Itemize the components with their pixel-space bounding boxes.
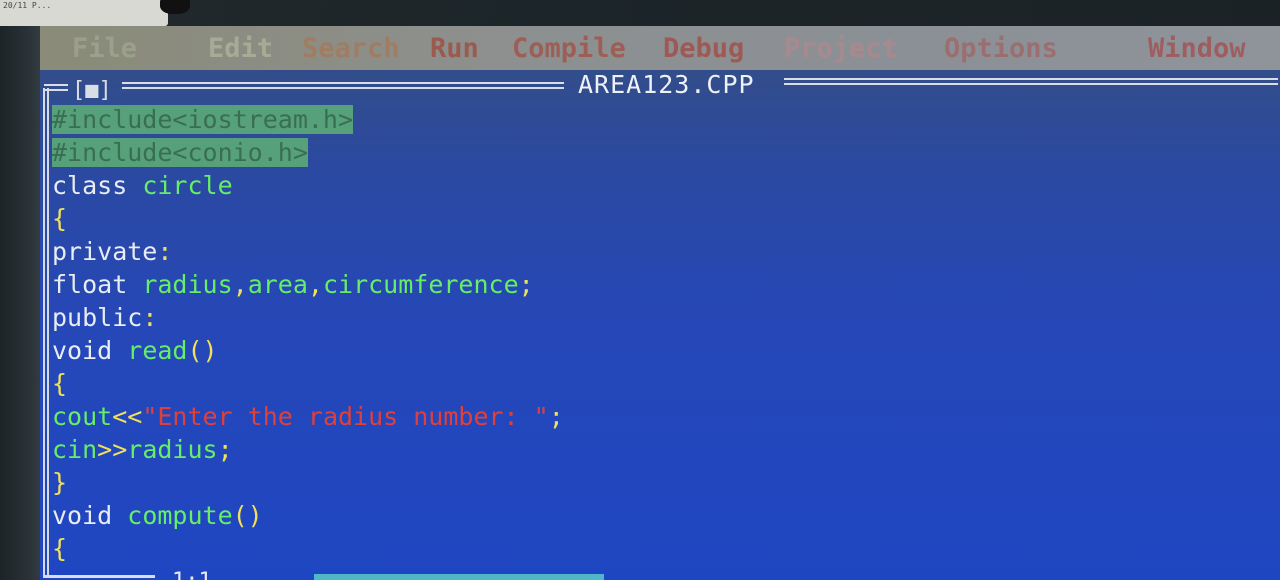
code-line[interactable]: cout<<"Enter the radius number: "; [52,401,564,433]
code-token: float [52,270,143,299]
ide-screen: File Edit Search Run Compile Debug Proje… [40,26,1280,580]
cursor-position: 1:1 [172,569,212,580]
code-token: () [187,336,218,365]
title-rule-right [784,78,1278,85]
code-token: ; [518,270,534,299]
code-line[interactable]: void read() [52,335,218,367]
code-token: ; [217,435,233,464]
code-line[interactable]: public: [52,302,157,334]
code-line[interactable]: } [52,467,67,499]
horizontal-scrollbar[interactable] [314,574,604,580]
menu-compile[interactable]: Compile [512,33,626,64]
code-token: class [52,171,143,200]
code-line[interactable]: { [52,368,67,400]
code-token: ; [548,402,564,431]
code-line[interactable]: private: [52,236,172,268]
code-line[interactable]: float radius,area,circumference; [52,269,534,301]
code-token: , [307,270,323,299]
code-token: () [232,501,263,530]
code-token: >> [97,435,128,464]
photo-label-text: 20/11 P... [3,1,52,10]
close-window-button[interactable]: [■] [72,80,112,102]
code-token: circle [142,171,233,200]
code-line[interactable]: #include<conio.h> [52,137,308,169]
code-token: : [157,237,173,266]
menu-window[interactable]: Window [1148,33,1246,64]
code-token: { [52,534,68,563]
code-token: circumference [322,270,519,299]
code-token: public [52,303,143,332]
menu-search[interactable]: Search [302,33,400,64]
code-token: "Enter the radius number: " [142,402,549,431]
menu-file[interactable]: File [72,33,137,64]
code-token: } [52,468,68,497]
code-token: compute [127,501,233,530]
menu-run[interactable]: Run [430,33,479,64]
bezel-shadow [160,0,190,14]
photo-label: 20/11 P... [0,0,168,26]
editor-title-bar: [■] AREA123.CPP [40,70,1280,102]
code-token: cout [52,402,113,431]
title-rule-mid [122,82,564,89]
code-token: : [142,303,158,332]
code-line[interactable]: #include<iostream.h> [52,104,354,136]
window-left-border [43,88,49,578]
code-token: { [52,369,68,398]
menu-edit[interactable]: Edit [208,33,273,64]
code-token: private [52,237,158,266]
code-token: void [52,336,128,365]
code-token: << [112,402,143,431]
code-token: void [52,501,128,530]
menu-project[interactable]: Project [784,33,898,64]
file-name: AREA123.CPP [578,70,755,99]
code-token: , [232,270,248,299]
monitor-bezel [0,26,42,580]
menu-bar: File Edit Search Run Compile Debug Proje… [40,26,1280,70]
code-token: { [52,204,68,233]
code-token: radius [127,435,218,464]
bottom-rule [43,575,155,578]
menu-debug[interactable]: Debug [663,33,744,64]
code-token: radius [142,270,233,299]
code-line[interactable]: { [52,533,67,565]
code-token: #include<iostream.h> [52,105,354,134]
code-token: #include<conio.h> [52,138,308,167]
code-line[interactable]: cin>>radius; [52,434,233,466]
status-line: 1:1 [40,569,1280,580]
code-line[interactable]: void compute() [52,500,263,532]
code-token: area [247,270,308,299]
code-token: cin [52,435,98,464]
close-marker: [■] [72,78,112,103]
code-token: read [127,336,188,365]
code-line[interactable]: class circle [52,170,233,202]
menu-options[interactable]: Options [944,33,1058,64]
code-line[interactable]: { [52,203,67,235]
